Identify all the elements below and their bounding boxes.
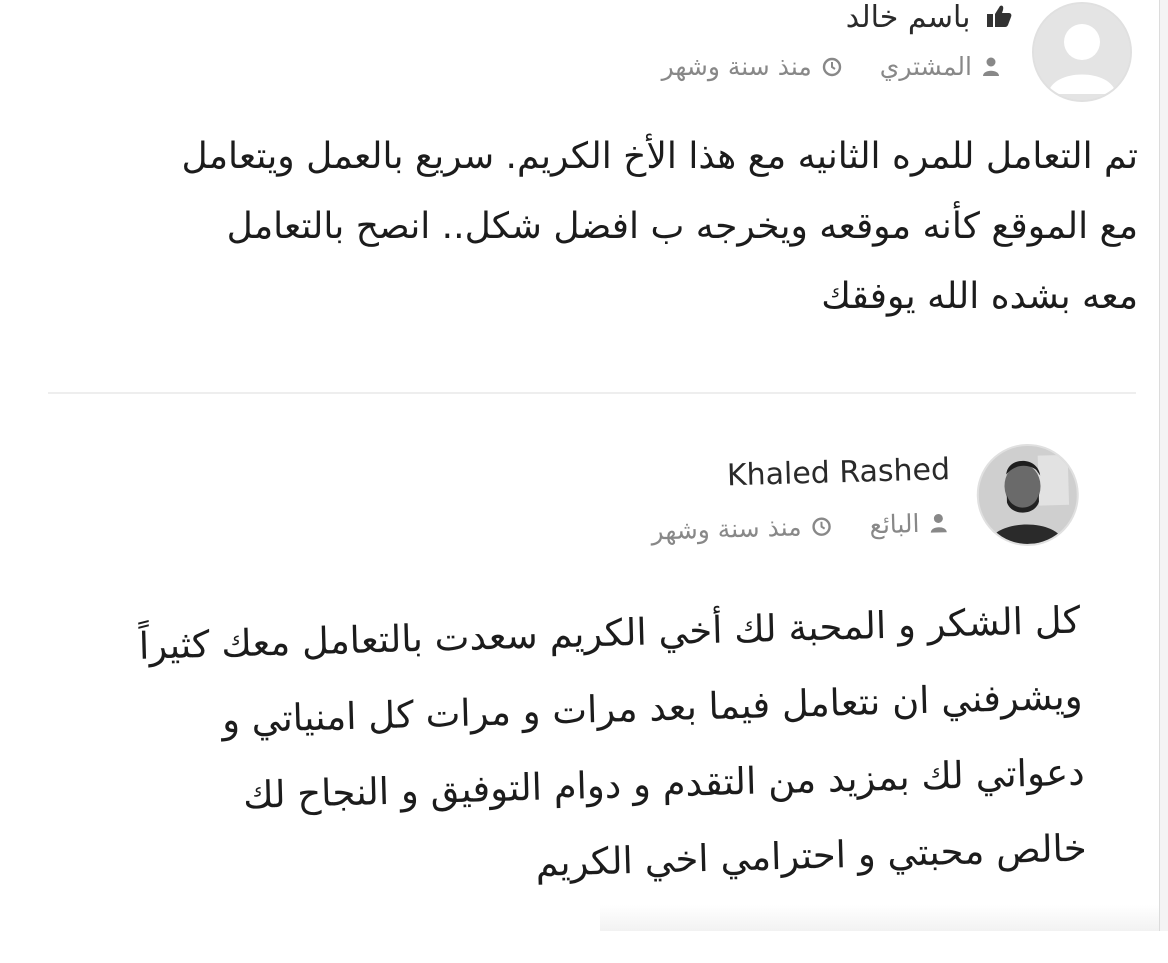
seller-role: البائع (869, 508, 920, 540)
review-seller-reply: Khaled Rashed البائع منذ سنة وشهر كل الش… (0, 394, 1168, 963)
review-buyer: باسم خالد المشتري منذ سنة وشهر تم التعام… (0, 0, 1168, 392)
review-divider (48, 392, 1136, 394)
reply-text: كل الشكر و المحبة لك أخي الكريم سعدت بال… (138, 598, 1088, 885)
reply-time: منذ سنة وشهر (651, 512, 802, 546)
reviewer-name-text: باسم خالد (845, 0, 971, 35)
page-fold-shadow (600, 905, 1168, 931)
default-avatar[interactable] (1032, 2, 1132, 102)
review-text: تم التعامل للمره الثانيه مع هذا الأخ الك… (181, 136, 1138, 317)
user-icon (929, 513, 948, 533)
reviewer-role: المشتري (879, 52, 972, 81)
seller-name[interactable]: Khaled Rashed (726, 452, 950, 493)
review-time: منذ سنة وشهر (661, 52, 812, 81)
clock-icon (811, 516, 832, 537)
review-meta: المشتري منذ سنة وشهر (662, 52, 1000, 81)
clock-icon (822, 57, 842, 77)
profile-photo[interactable] (975, 442, 1081, 548)
reviewer-name[interactable]: باسم خالد (846, 0, 1012, 36)
user-icon (982, 57, 1000, 77)
person-photo-icon (977, 444, 1079, 546)
reviews-page: باسم خالد المشتري منذ سنة وشهر تم التعام… (0, 0, 1168, 931)
reply-meta: البائع منذ سنة وشهر (651, 508, 948, 545)
user-silhouette-icon (1034, 4, 1130, 100)
thumbs-up-icon (986, 1, 1012, 36)
scrollbar-track[interactable] (1159, 0, 1168, 931)
